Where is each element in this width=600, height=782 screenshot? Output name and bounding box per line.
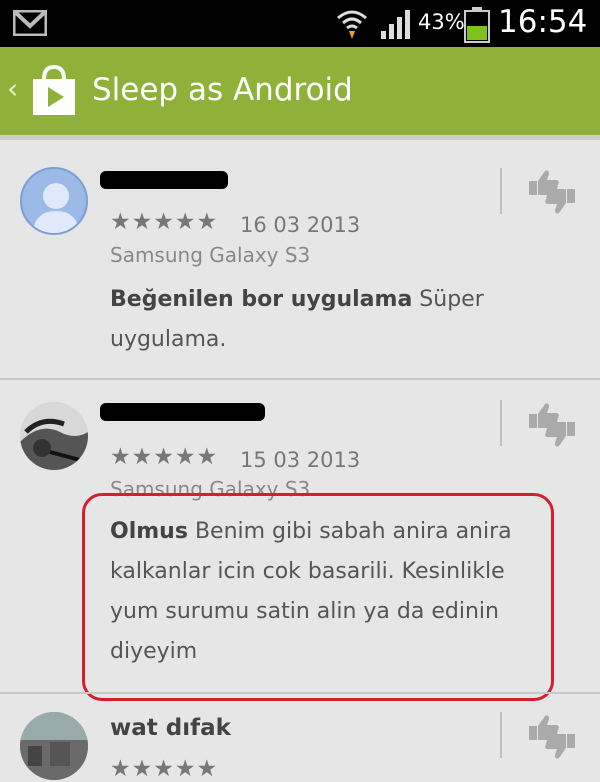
review-text: Beğenilen bor uygulama Süper uygulama. [110,280,490,360]
review-title: Beğenilen bor uygulama [110,287,413,312]
play-store-bag-icon[interactable] [30,65,78,117]
person-silhouette-icon [32,183,80,233]
star-rating: ★★★★★ [110,209,219,235]
thumbs-up-down-icon[interactable] [525,398,579,452]
star-rating: ★★★★★ [110,444,219,470]
author-name-redacted [100,171,228,189]
battery-icon [464,7,490,43]
review-date: 15 03 2013 [240,448,361,472]
red-highlight-outline [82,493,554,701]
star-rating: ★★★★★ [110,756,219,782]
author-name: wat dıfak [110,715,231,741]
gmail-icon [13,10,47,36]
review-divider [0,692,600,694]
divider-vertical [500,712,502,758]
device-name: Samsung Galaxy S3 [110,243,311,267]
thumbs-up-down-icon[interactable] [525,165,579,219]
author-name-redacted [100,403,265,421]
review-divider [0,378,600,380]
thumbs-up-down-icon[interactable] [525,710,579,764]
battery-percent: 43% [418,10,465,34]
app-title: Sleep as Android [92,72,353,108]
user-avatar-photo [20,402,88,470]
back-chevron-icon[interactable]: ‹ [7,72,18,105]
avatar-photo-image [20,402,88,470]
divider-vertical [500,400,502,446]
divider-vertical [500,168,502,214]
wifi-icon [337,10,367,39]
default-avatar [20,167,88,235]
clock: 16:54 [498,4,588,40]
signal-strength-icon [381,10,410,39]
action-bar: ‹ Sleep as Android [0,47,600,140]
review-date: 16 03 2013 [240,213,361,237]
status-bar: 43% 16:54 [0,0,600,47]
